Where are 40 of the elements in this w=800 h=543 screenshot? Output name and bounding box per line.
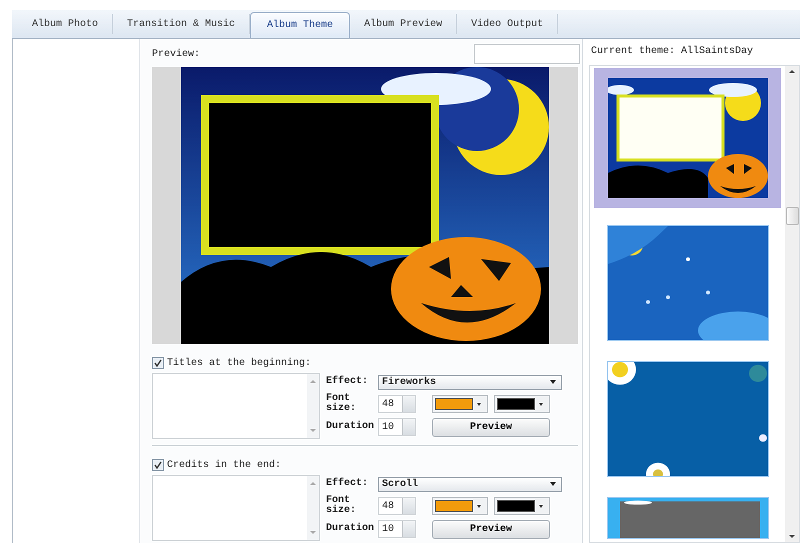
effect-dropdown[interactable]: Scroll — [378, 476, 562, 492]
text-field[interactable] — [474, 44, 580, 64]
duration-label: Duration — [326, 524, 376, 534]
font-size-spinner[interactable]: 48 — [378, 395, 416, 413]
color-picker[interactable] — [432, 497, 488, 515]
checkbox-label: Titles at the beginning: — [167, 358, 312, 368]
scroll-thumb[interactable] — [786, 207, 798, 225]
checkbox[interactable] — [152, 459, 164, 471]
theme-item[interactable] — [594, 68, 781, 208]
color-picker[interactable] — [494, 497, 550, 515]
checkbox[interactable] — [152, 357, 164, 369]
tab[interactable]: Album Photo — [18, 14, 114, 34]
caret-icon — [550, 482, 556, 486]
duration-spinner[interactable]: 10 — [378, 520, 416, 538]
caret-icon — [550, 380, 556, 384]
font-size-label: Font size: — [326, 394, 358, 414]
color-picker[interactable] — [432, 395, 488, 413]
checkbox-label: Credits in the end: — [167, 460, 282, 470]
effect-label: Effect: — [326, 479, 370, 489]
duration-spinner[interactable]: 10 — [378, 418, 416, 436]
duration-label: Duration — [326, 422, 376, 432]
caret-icon — [477, 402, 481, 406]
font-size-spinner[interactable]: 48 — [378, 497, 416, 515]
tab[interactable]: Video Output — [457, 14, 558, 34]
scrollbar[interactable] — [785, 66, 799, 542]
preview-button[interactable]: Preview — [432, 418, 550, 436]
scroll-up-icon[interactable] — [789, 70, 795, 73]
scroll-down-icon[interactable] — [789, 535, 795, 538]
caret-icon — [539, 504, 543, 508]
tab[interactable]: Album Preview — [350, 14, 458, 34]
caret-icon — [539, 402, 543, 406]
preview-label: Preview: — [152, 48, 200, 60]
effect-label: Effect: — [326, 377, 370, 387]
effect-dropdown[interactable]: Fireworks — [378, 374, 562, 390]
current-theme-label: Current theme: AllSaintsDay — [590, 44, 754, 59]
color-picker[interactable] — [494, 395, 550, 413]
tab[interactable]: Album Theme — [250, 12, 350, 38]
preview-button[interactable]: Preview — [432, 520, 550, 538]
font-size-label: Font size: — [326, 496, 358, 516]
caret-icon — [477, 504, 481, 508]
